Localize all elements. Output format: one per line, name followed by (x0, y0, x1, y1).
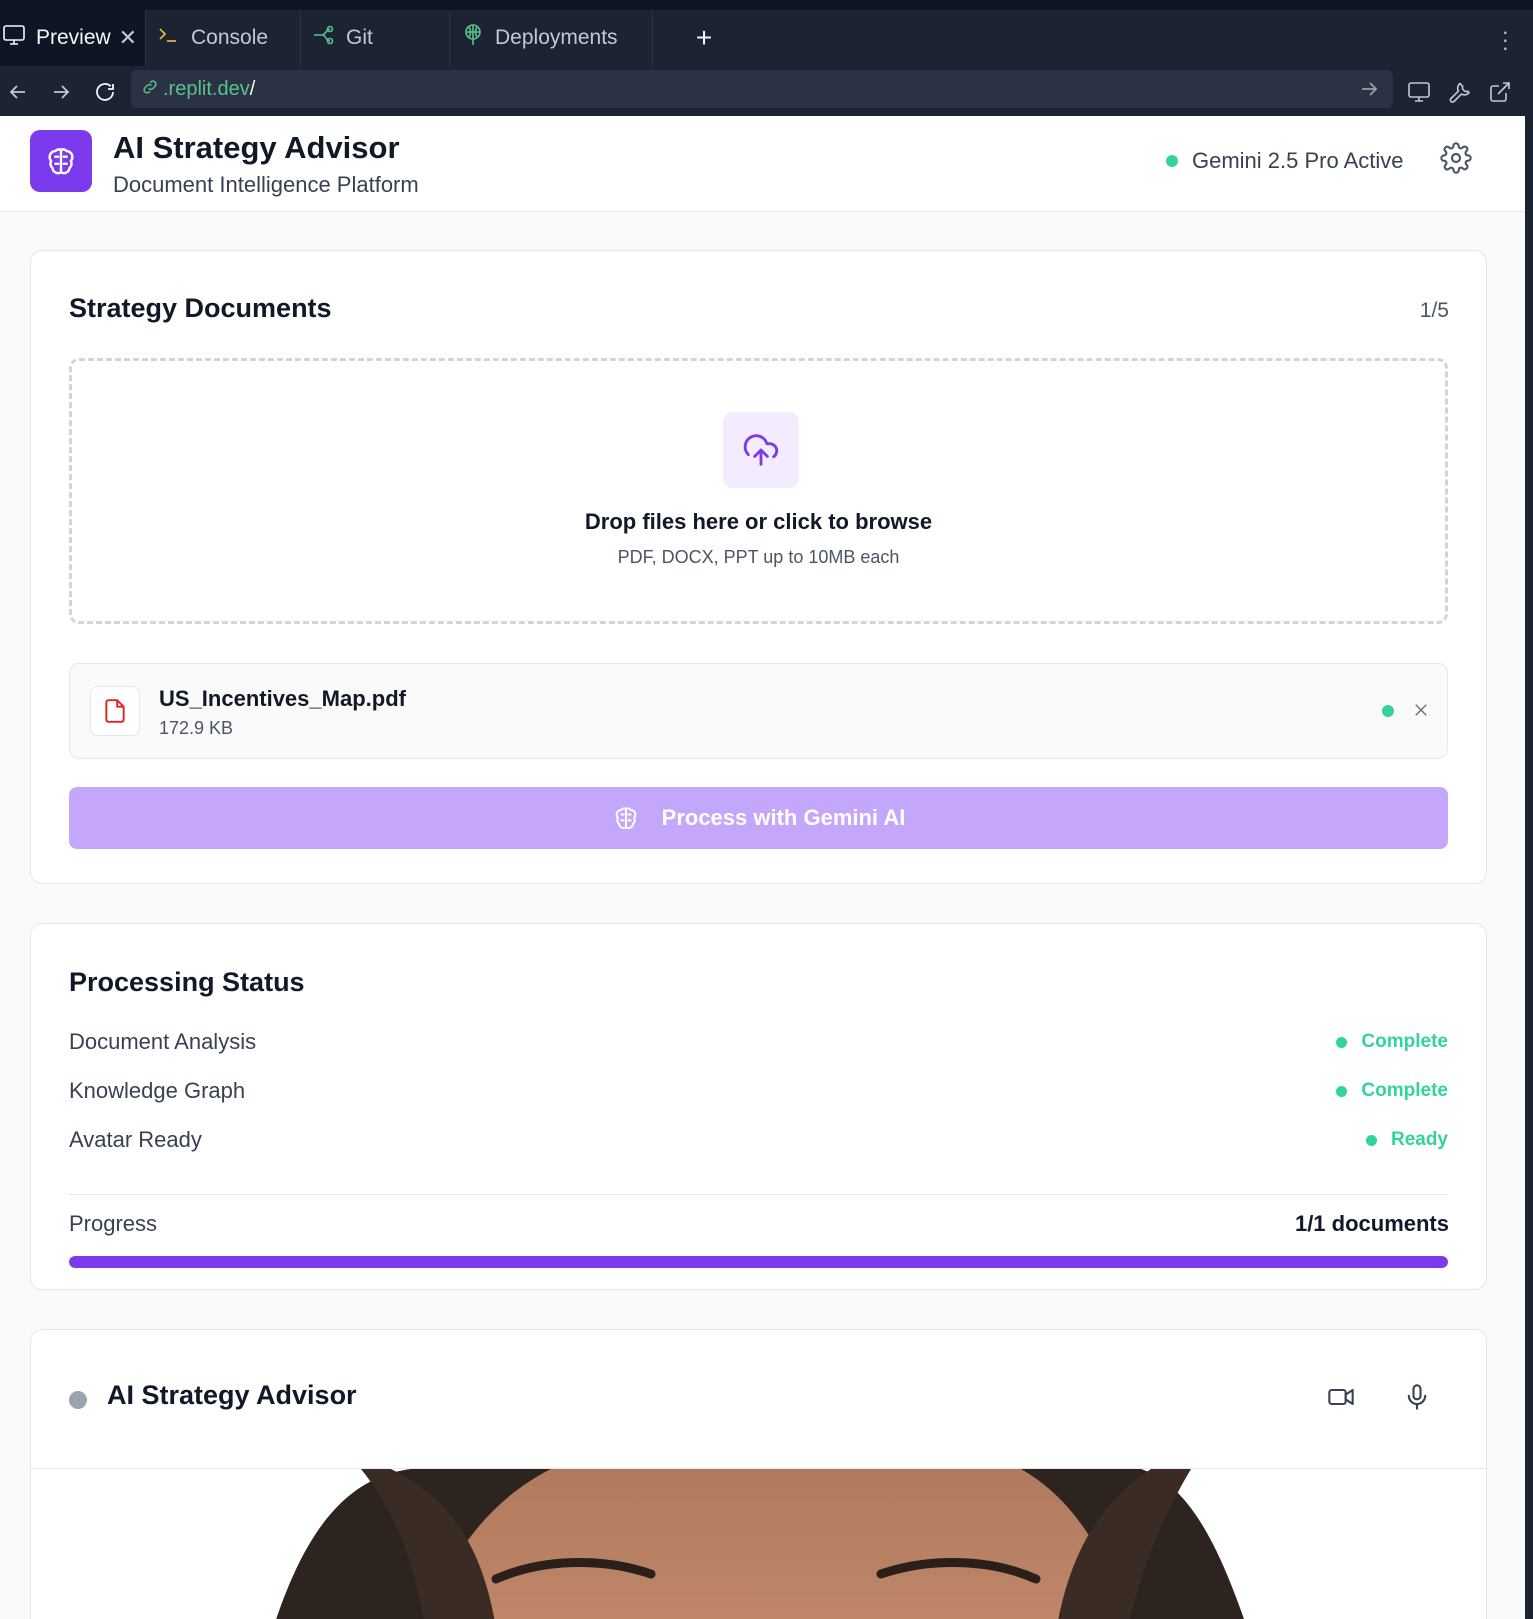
more-options-icon[interactable]: · · · (1502, 21, 1509, 59)
wrench-icon (1449, 82, 1471, 103)
video-camera-icon (1328, 1388, 1354, 1406)
progress-bar (69, 1256, 1448, 1268)
status-label: Avatar Ready (69, 1127, 202, 1152)
ide-tab-bar: Preview ✕ Console Git Deployments + · · · (0, 0, 1533, 66)
close-icon[interactable]: ✕ (119, 25, 137, 51)
avatar-image (276, 1469, 1244, 1619)
status-value: Complete (1336, 1031, 1448, 1053)
back-button[interactable] (2, 76, 34, 108)
arrow-left-icon (9, 85, 25, 99)
reload-button[interactable] (89, 76, 121, 108)
ide-url-bar: .replit.dev / (0, 66, 1533, 116)
external-link-icon (1490, 82, 1510, 102)
status-dot (1166, 155, 1178, 167)
url-input[interactable]: .replit.dev / (131, 70, 1393, 108)
file-list-item: US_Incentives_Map.pdf 172.9 KB (69, 663, 1448, 759)
new-tab-button[interactable]: + (686, 20, 722, 56)
progress-bar-fill (69, 1256, 1448, 1268)
status-value: Complete (1336, 1080, 1448, 1102)
status-row-avatar-ready: Avatar Ready Ready (69, 1127, 1448, 1157)
file-size: 172.9 KB (159, 718, 234, 738)
tab-label: Git (346, 26, 373, 49)
tab-deployments[interactable]: Deployments (451, 10, 653, 66)
settings-button[interactable] (1440, 142, 1474, 176)
status-dot (1365, 1134, 1377, 1146)
gear-icon (1440, 142, 1472, 174)
reload-icon (96, 83, 114, 101)
upload-cloud-icon (723, 412, 799, 488)
model-status-text: Gemini 2.5 Pro Active (1192, 148, 1404, 173)
progress-value: 1/1 documents (1294, 1211, 1449, 1236)
deployments-icon (461, 23, 495, 53)
processing-status-card: Processing Status Document Analysis Comp… (30, 923, 1487, 1290)
app-viewport: AI Strategy Advisor Document Intelligenc… (0, 116, 1525, 1619)
brain-logo-icon (30, 130, 92, 192)
video-button[interactable] (1327, 1383, 1359, 1415)
avatar-video-frame (31, 1469, 1486, 1619)
document-count: 1/5 (1419, 299, 1449, 322)
window-edge (1525, 116, 1533, 1619)
monitor-icon (1408, 82, 1430, 102)
tab-label: Deployments (495, 26, 618, 49)
go-arrow-icon[interactable] (1357, 77, 1381, 101)
url-host: .replit.dev (163, 77, 250, 100)
devices-button[interactable] (1403, 76, 1435, 108)
monitor-icon (2, 23, 36, 53)
git-icon (312, 23, 346, 53)
brain-icon (615, 807, 636, 829)
card-title: Processing Status (69, 967, 305, 997)
process-with-gemini-button[interactable]: Process with Gemini AI (69, 787, 1448, 849)
divider (69, 1194, 1448, 1195)
microphone-button[interactable] (1403, 1383, 1435, 1415)
open-new-window-button[interactable] (1484, 76, 1516, 108)
dropzone-title: Drop files here or click to browse (584, 509, 933, 534)
status-text: Complete (1361, 1031, 1448, 1052)
file-status-dot (1382, 705, 1394, 717)
card-title: Strategy Documents (69, 293, 332, 323)
dropzone-hint: PDF, DOCX, PPT up to 10MB each (617, 547, 900, 567)
strategy-documents-card: Strategy Documents 1/5 Drop files here o… (30, 250, 1487, 884)
file-dropzone[interactable]: Drop files here or click to browse PDF, … (69, 358, 1448, 624)
link-icon (141, 78, 159, 101)
status-label: Knowledge Graph (69, 1078, 246, 1103)
tab-console[interactable]: Console (147, 10, 301, 66)
progress-label: Progress (69, 1211, 158, 1236)
ai-advisor-card: AI Strategy Advisor (30, 1329, 1487, 1619)
tab-label: Preview (36, 26, 111, 49)
remove-file-button[interactable] (1408, 697, 1434, 723)
status-text: Ready (1390, 1129, 1448, 1150)
app-header: AI Strategy Advisor Document Intelligenc… (0, 116, 1525, 212)
status-value: Ready (1365, 1129, 1448, 1151)
status-label: Document Analysis (69, 1029, 257, 1054)
pdf-file-icon (90, 686, 140, 736)
app-title: AI Strategy Advisor (113, 130, 400, 165)
tab-preview[interactable]: Preview ✕ (0, 10, 146, 66)
tab-git[interactable]: Git (302, 10, 450, 66)
advisor-title: AI Strategy Advisor (107, 1380, 357, 1410)
status-text: Complete (1361, 1080, 1448, 1101)
url-path: / (249, 77, 256, 100)
app-subtitle: Document Intelligence Platform (113, 172, 419, 197)
devtools-button[interactable] (1444, 76, 1476, 108)
forward-button[interactable] (45, 76, 77, 108)
file-name: US_Incentives_Map.pdf (159, 686, 406, 711)
status-row-knowledge-graph: Knowledge Graph Complete (69, 1078, 1448, 1108)
tab-label: Console (191, 26, 269, 49)
model-status-badge: Gemini 2.5 Pro Active (1166, 148, 1404, 174)
connection-status-dot (69, 1391, 87, 1409)
status-dot (1336, 1085, 1348, 1097)
status-row-document-analysis: Document Analysis Complete (69, 1029, 1448, 1059)
status-dot (1336, 1036, 1348, 1048)
terminal-icon (157, 23, 191, 53)
microphone-icon (1407, 1384, 1427, 1410)
process-button-label: Process with Gemini AI (661, 805, 906, 830)
arrow-right-icon (54, 85, 70, 99)
close-icon (1415, 704, 1427, 716)
